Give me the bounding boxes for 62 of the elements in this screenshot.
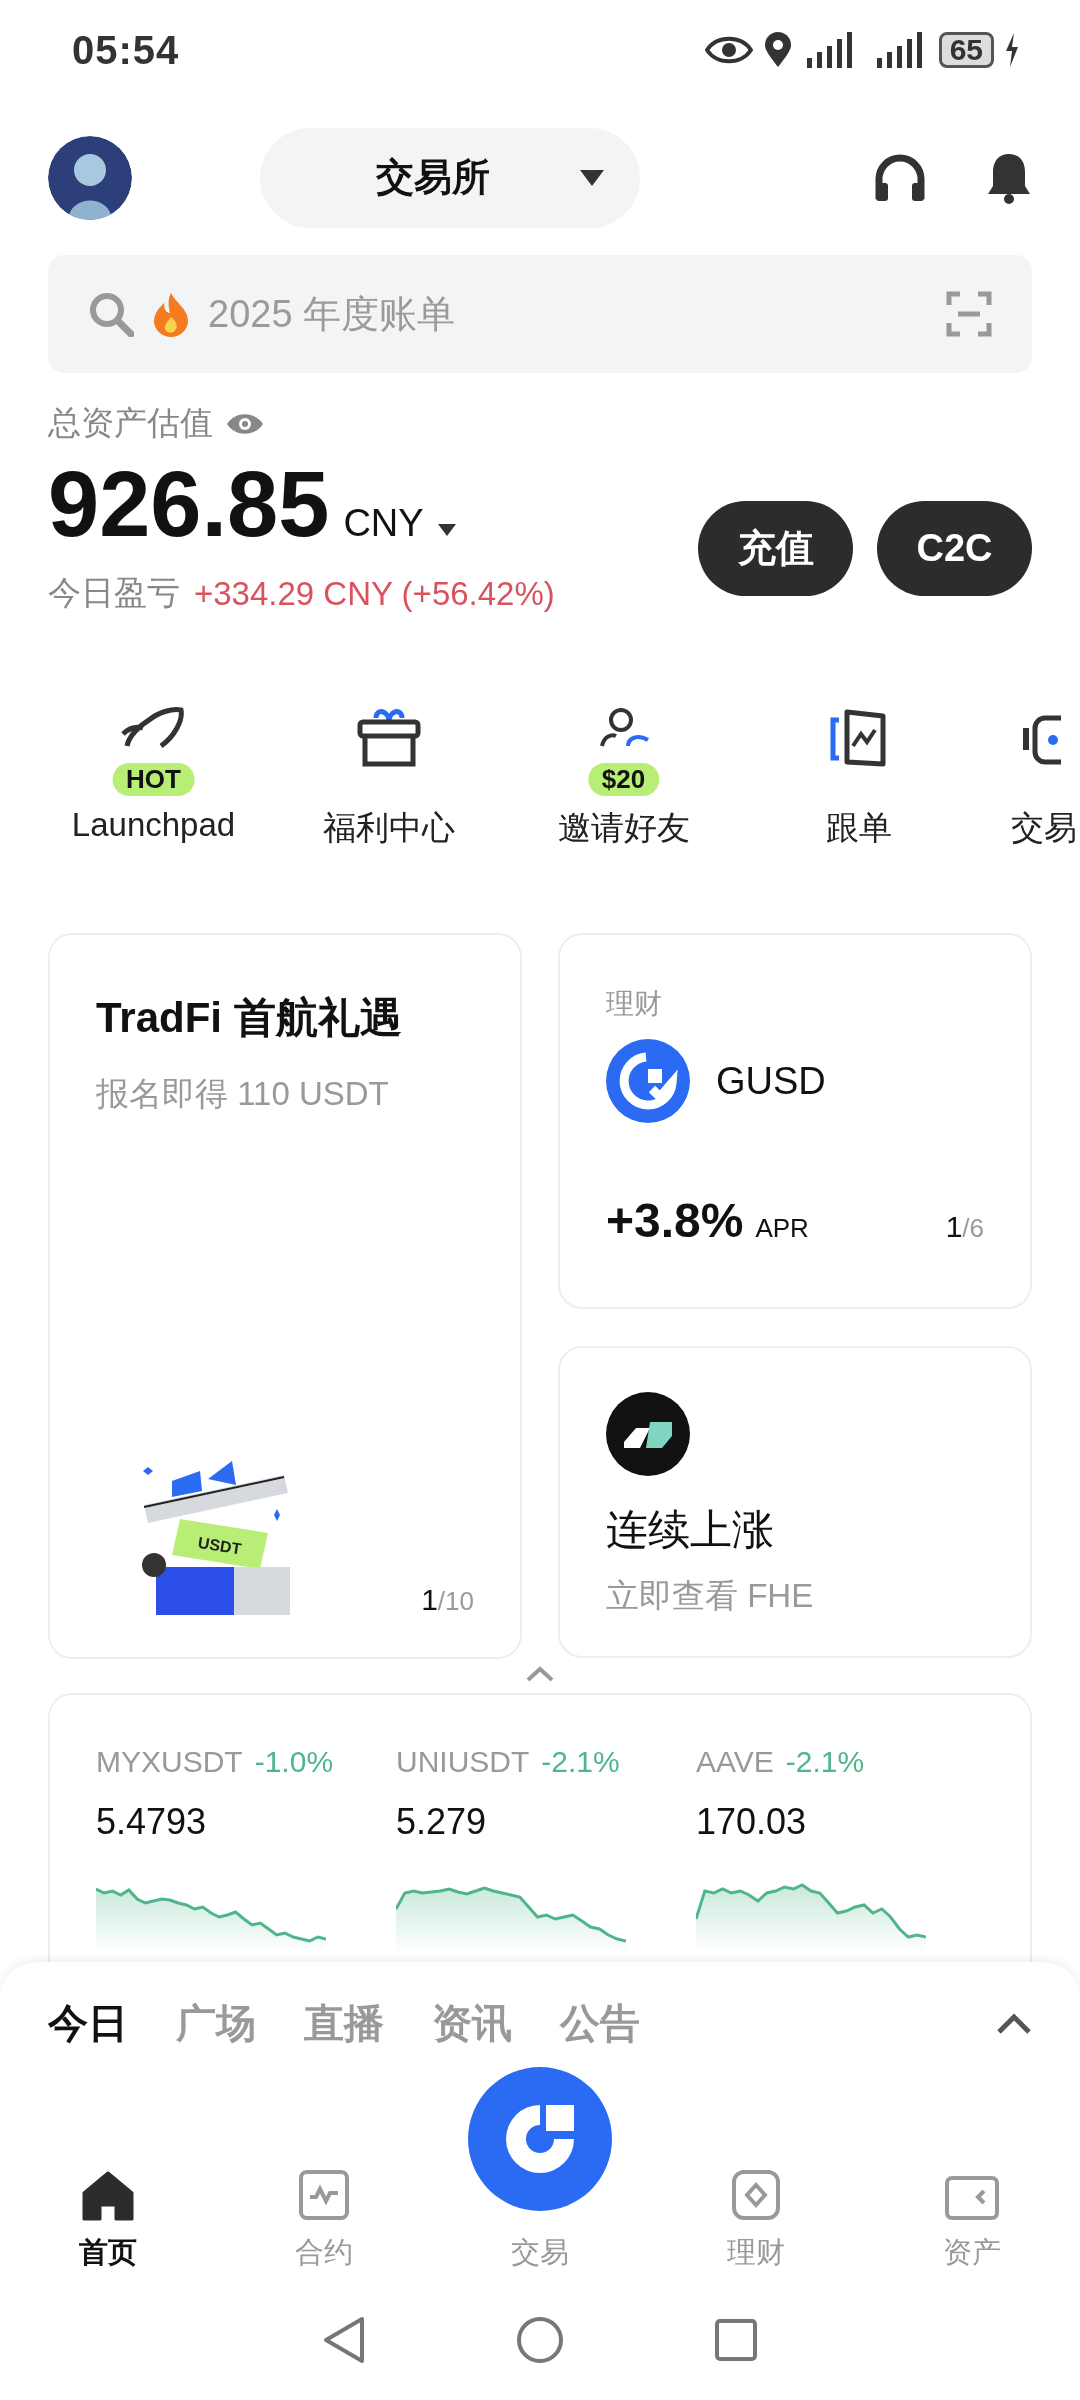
page-indicator: 1/10	[421, 1583, 474, 1617]
apr-value: +3.8%	[606, 1193, 744, 1248]
wallet-icon	[944, 2175, 1000, 2221]
caret-icon[interactable]	[437, 524, 456, 536]
price-change: -1.0%	[254, 1745, 334, 1779]
total-assets-label: 总资产估值	[48, 403, 213, 443]
avatar[interactable]	[48, 135, 132, 220]
chevron-up-icon[interactable]	[996, 2012, 1032, 2035]
location-icon	[762, 31, 793, 69]
pnl-label: 今日盈亏	[48, 573, 180, 613]
clock: 05:54	[72, 27, 180, 73]
promo-card[interactable]: TradFi 首航礼遇 报名即得 110 USDT USDT 1/10	[48, 933, 522, 1659]
action-button[interactable]: C2C	[877, 501, 1032, 596]
pnl-value: +334.29 CNY (+56.42%)	[194, 574, 555, 613]
home-button-icon[interactable]	[516, 2316, 564, 2364]
headset-icon[interactable]	[874, 152, 926, 203]
shortcut-item[interactable]: $20 邀请好友	[506, 706, 741, 851]
shortcut-item[interactable]: 交易	[976, 706, 1080, 851]
recents-icon[interactable]	[714, 2318, 758, 2362]
shortcut-item[interactable]: HOT Launchpad	[36, 706, 271, 851]
earn-card[interactable]: 理财 GUSD +3.8% APR 1/6	[558, 933, 1032, 1309]
charging-icon	[1004, 33, 1020, 67]
price-change: -2.1%	[541, 1745, 620, 1779]
trend-title: 连续上涨	[606, 1505, 775, 1555]
trend-card[interactable]: 连续上涨 立即查看 FHE	[558, 1346, 1032, 1658]
trend-subtitle: 立即查看 FHE	[606, 1576, 815, 1616]
eye-icon	[704, 35, 753, 65]
coin-logo-icon	[606, 1039, 690, 1123]
token-logo-icon	[606, 1392, 690, 1476]
promo-badge: $20	[587, 763, 660, 796]
price-change: -2.1%	[785, 1745, 865, 1779]
nav-tab[interactable]: 首页	[0, 2071, 216, 2301]
diamond-card-icon	[731, 2169, 781, 2221]
home-icon	[82, 2171, 134, 2221]
caret-icon	[580, 169, 604, 186]
exchange-dropdown[interactable]: 交易所	[260, 127, 640, 228]
flame-icon	[152, 291, 190, 337]
apr-label: APR	[755, 1213, 810, 1244]
notification-icon[interactable]	[986, 151, 1032, 204]
earn-tag: 理财	[606, 985, 984, 1023]
ticker-price: 5.279	[396, 1801, 488, 1843]
ticket-label: USDT	[196, 1533, 243, 1558]
search-icon	[88, 291, 134, 337]
total-amount: 926.85	[48, 452, 330, 557]
coin-name: GUSD	[716, 1059, 826, 1103]
search-placeholder: 2025 年度账单	[208, 291, 457, 337]
ticker-price: 170.03	[696, 1801, 808, 1843]
feed-tab[interactable]: 今日	[48, 1996, 128, 2051]
battery-level: 65	[938, 32, 994, 68]
promo-subtitle: 报名即得 110 USDT	[96, 1074, 390, 1114]
scan-icon[interactable]	[946, 291, 992, 337]
shortcut-item[interactable]: 跟单	[741, 706, 976, 851]
shortcut-item[interactable]: 福利中心	[271, 706, 506, 851]
promo-badge: HOT	[112, 763, 195, 796]
chart-icon	[298, 2169, 350, 2221]
ticker-price: 5.4793	[96, 1801, 208, 1843]
page-indicator: 1/6	[945, 1210, 984, 1244]
gift-icon	[355, 706, 422, 770]
back-icon[interactable]	[322, 2315, 366, 2365]
action-button[interactable]: 充值	[698, 501, 853, 596]
promo-title: TradFi 首航礼遇	[96, 993, 403, 1043]
currency-label: CNY	[343, 502, 424, 545]
